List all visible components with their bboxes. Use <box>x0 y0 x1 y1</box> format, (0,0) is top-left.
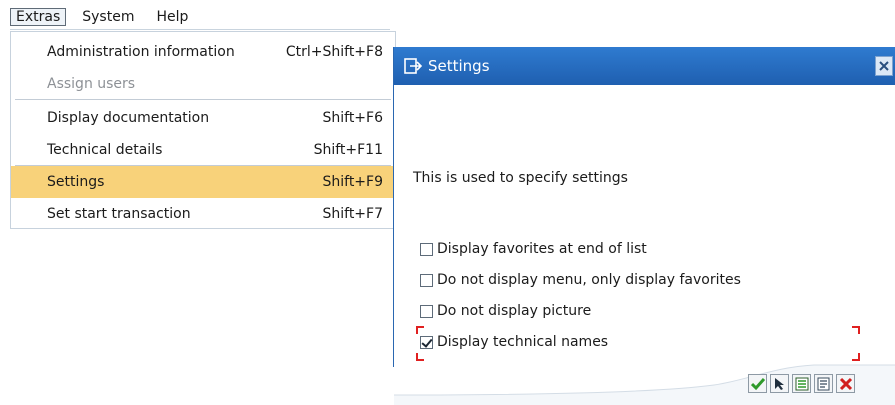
option-no-picture[interactable]: Do not display picture <box>420 303 591 319</box>
settings-dialog: Settings This is used to specify setting… <box>393 47 895 405</box>
focus-corner-top-left <box>416 326 424 334</box>
option-only-favorites[interactable]: Do not display menu, only display favori… <box>420 272 741 288</box>
cancel-button[interactable] <box>836 374 855 393</box>
dialog-title: Settings <box>428 57 490 75</box>
dialog-titlebar[interactable]: Settings <box>394 47 895 85</box>
dialog-settings-icon <box>404 58 423 74</box>
menu-item-set-start-transaction[interactable]: Set start transaction Shift+F7 <box>11 198 395 230</box>
menu-item-label: Settings <box>47 174 105 190</box>
checkbox-technical-names[interactable] <box>420 335 433 349</box>
focus-corner-top-right <box>852 326 860 334</box>
cursor-icon <box>774 377 784 390</box>
dialog-toolbar <box>748 374 858 393</box>
menu-item-display-documentation[interactable]: Display documentation Shift+F6 <box>11 102 395 134</box>
menu-item-shortcut: Ctrl+Shift+F8 <box>285 44 383 60</box>
menu-extras[interactable]: Extras <box>10 8 67 26</box>
menu-item-settings[interactable]: Settings Shift+F9 <box>11 166 395 198</box>
menu-item-shortcut: Shift+F6 <box>322 110 383 126</box>
cancel-x-icon <box>839 377 852 390</box>
list-doc-icon <box>817 377 829 390</box>
checkbox-no-picture[interactable] <box>420 304 433 318</box>
option-label: Display favorites at end of list <box>437 241 647 257</box>
menu-item-label: Administration information <box>47 44 235 60</box>
menu-help[interactable]: Help <box>150 8 194 26</box>
menu-item-label: Display documentation <box>47 110 210 126</box>
option-label: Do not display menu, only display favori… <box>437 272 741 288</box>
option-label: Do not display picture <box>437 303 592 319</box>
dialog-body: This is used to specify settings Display… <box>394 85 895 405</box>
dialog-close-button[interactable] <box>875 56 893 76</box>
menu-item-shortcut: Shift+F9 <box>322 174 383 190</box>
list-icon <box>795 377 808 390</box>
accept-button[interactable] <box>748 374 767 393</box>
extras-dropdown-menu: Administration information Ctrl+Shift+F8… <box>10 31 396 229</box>
list-button[interactable] <box>792 374 811 393</box>
menu-system[interactable]: System <box>76 8 140 26</box>
menu-item-label: Set start transaction <box>47 206 191 222</box>
check-icon <box>750 377 765 390</box>
list-doc-button[interactable] <box>814 374 833 393</box>
menubar-divider <box>10 29 390 30</box>
menu-item-shortcut: Shift+F11 <box>313 142 383 158</box>
menu-item-label: Technical details <box>47 142 163 158</box>
menu-item-assign-users: Assign users <box>11 68 395 100</box>
menu-item-administration-information[interactable]: Administration information Ctrl+Shift+F8 <box>11 36 395 68</box>
dialog-intro-text: This is used to specify settings <box>413 170 628 186</box>
menu-separator <box>15 99 391 100</box>
option-technical-names[interactable]: Display technical names <box>420 334 608 350</box>
menu-item-label: Assign users <box>47 76 136 92</box>
menu-item-technical-details[interactable]: Technical details Shift+F11 <box>11 134 395 166</box>
option-favorites-at-end[interactable]: Display favorites at end of list <box>420 241 647 257</box>
checkbox-favorites-at-end[interactable] <box>420 242 433 256</box>
select-button[interactable] <box>770 374 789 393</box>
menu-item-shortcut: Shift+F7 <box>322 206 383 222</box>
menu-bar: Extras System Help <box>10 6 204 28</box>
close-icon <box>879 61 889 71</box>
option-label: Display technical names <box>437 334 609 350</box>
checkbox-only-favorites[interactable] <box>420 273 433 287</box>
